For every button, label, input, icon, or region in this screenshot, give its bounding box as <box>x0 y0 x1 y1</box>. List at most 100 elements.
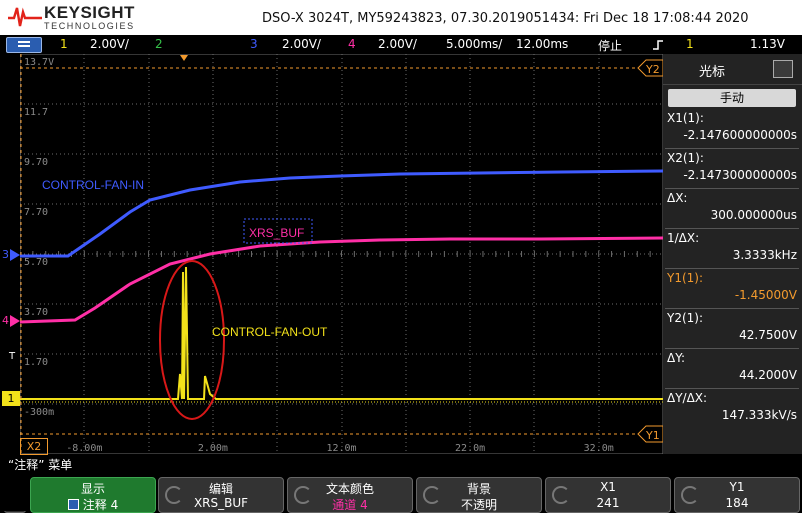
softkey-display-value: 注释 4 <box>31 496 155 513</box>
voltage-tick-label: 9.70 <box>24 157 48 168</box>
run-state[interactable]: 停止 <box>598 37 622 54</box>
cursor-y1-value: -1.45000V <box>734 288 797 302</box>
divider <box>665 228 799 229</box>
menu-icon-line <box>18 45 30 47</box>
ch4-arrow-icon <box>10 315 20 327</box>
cursor-x1-key: X1(1): <box>667 111 704 125</box>
divider <box>665 388 799 389</box>
cursor-panel: 光标 手动 X1(1): -2.147600000000s X2(1): -2.… <box>663 54 802 454</box>
trigger-marker-label: T <box>9 351 16 362</box>
panel-toggle-icon[interactable] <box>773 60 793 78</box>
cursor-mode-button[interactable]: 手动 <box>668 89 796 107</box>
ch1-scale: 2.00V/ <box>90 37 129 51</box>
voltage-tick-label: 13.7V <box>24 57 54 68</box>
ch1-label[interactable]: 1 <box>60 37 68 51</box>
title-bar: KEYSIGHT TECHNOLOGIES DSO-X 3024T, MY592… <box>0 0 802 35</box>
cursor-x2-label: X2 <box>26 440 42 453</box>
softkey-x1-label: X1 <box>600 480 616 494</box>
cursor-x1-value: -2.147600000000s <box>683 128 797 142</box>
cursor-row-y2: Y2(1): 42.7500V <box>667 310 799 348</box>
cursor-row-inv-dx: 1/ΔX: 3.3333kHz <box>667 230 799 268</box>
ch2-label[interactable]: 2 <box>155 37 163 51</box>
cursor-row-y1: Y1(1): -1.45000V <box>667 270 799 308</box>
ch3-marker-label: 3 <box>2 248 9 261</box>
softkey-text-color-label: 文本颜色 <box>325 482 374 496</box>
divider <box>665 188 799 189</box>
brand-subtitle: TECHNOLOGIES <box>44 21 135 31</box>
time-delay[interactable]: 12.00ms <box>516 37 568 51</box>
cursor-row-dydx: ΔY/ΔX: 147.333kV/s <box>667 390 799 428</box>
cursor-row-x1: X1(1): -2.147600000000s <box>667 110 799 148</box>
ch4-marker-label: 4 <box>2 314 9 327</box>
ch3-arrow-icon <box>10 249 20 261</box>
cursor-x2-tag[interactable]: X2 <box>20 438 48 455</box>
softkey-text-color[interactable]: 文本颜色 通道 4 <box>287 477 413 513</box>
brand-name: KEYSIGHT <box>44 3 135 22</box>
softkey-background-value: 不透明 <box>460 498 497 512</box>
ch4-ground-marker[interactable]: 4 <box>2 314 20 328</box>
annotation-xrs-buf[interactable]: XRS_BUF <box>249 226 304 240</box>
ch4-label[interactable]: 4 <box>348 37 356 51</box>
softkey-y1-label: Y1 <box>729 480 745 494</box>
ch4-scale: 2.00V/ <box>378 37 417 51</box>
timebase-scale[interactable]: 5.000ms/ <box>446 37 502 51</box>
softkey-display-value-text: 注释 4 <box>82 498 119 512</box>
cursor-inv-dx-key: 1/ΔX: <box>667 231 700 245</box>
cursor-dydx-value: 147.333kV/s <box>721 408 797 422</box>
cursor-dy-value: 44.2000V <box>739 368 797 382</box>
svg-text:Y2: Y2 <box>645 63 660 76</box>
divider <box>665 148 799 149</box>
ch1-marker-label: 1 <box>7 392 15 405</box>
ch1-ground-marker[interactable]: 1 <box>2 391 20 406</box>
keysight-logo-icon <box>8 7 42 27</box>
cursor-y2-value: 42.7500V <box>739 328 797 342</box>
softkey-edit-value: XRS_BUF <box>193 496 249 510</box>
channel-status-bar: 1 2.00V/ 2 3 2.00V/ 4 2.00V/ 5.000ms/ 12… <box>0 35 802 54</box>
cursor-x2-value: -2.147300000000s <box>683 168 797 182</box>
cursor-x2-key: X2(1): <box>667 151 704 165</box>
cursor-panel-title: 光标 <box>699 65 726 80</box>
softkey-y1[interactable]: Y1 184 <box>674 477 800 513</box>
divider <box>665 268 799 269</box>
softkey-background[interactable]: 背景 不透明 <box>416 477 542 513</box>
softkey-display-label: 显示 <box>80 482 105 496</box>
instrument-title: DSO-X 3024T, MY59243823, 07.30.201905143… <box>262 11 749 26</box>
cursor-dx-value: 300.000000us <box>710 208 797 222</box>
cursor-y1-key: Y1(1): <box>667 271 704 285</box>
divider <box>665 308 799 309</box>
trigger-level[interactable]: 1.13V <box>750 37 785 51</box>
voltage-tick-label: 7.70 <box>24 207 48 218</box>
voltage-tick-label: 11.7 <box>24 107 48 118</box>
trigger-level-marker[interactable]: T <box>9 351 19 365</box>
cursor-dy-key: ΔY: <box>667 351 685 365</box>
svg-text:Y1: Y1 <box>645 429 660 442</box>
ch3-label[interactable]: 3 <box>250 37 258 51</box>
trigger-source[interactable]: 1 <box>686 37 694 51</box>
time-tick-label: 2.00m <box>198 443 228 454</box>
cursor-inv-dx-value: 3.3333kHz <box>732 248 797 262</box>
waveform-display[interactable]: 13.7V 11.7 9.70 7.70 5.70 3.70 1.70 -300m -8.00… <box>20 54 663 454</box>
softkey-edit-label: 编辑 <box>208 482 233 496</box>
softkey-edit[interactable]: 编辑 XRS_BUF <box>158 477 284 513</box>
voltage-tick-label: 3.70 <box>24 307 48 318</box>
time-tick-label: -8.00m <box>66 443 102 454</box>
cursor-row-dx: ΔX: 300.000000us <box>667 190 799 228</box>
cursor-row-dy: ΔY: 44.2000V <box>667 350 799 388</box>
softkey-x1[interactable]: X1 241 <box>545 477 671 513</box>
menu-caption: “注释” 菜单 <box>8 458 73 472</box>
voltage-tick-label: 1.70 <box>24 357 48 368</box>
softkey-background-label: 背景 <box>466 482 491 496</box>
main-menu-button[interactable] <box>6 37 42 53</box>
ch3-scale: 2.00V/ <box>282 37 321 51</box>
softkey-text-color-value: 通道 4 <box>332 498 368 512</box>
ch3-ground-marker[interactable]: 3 <box>2 248 20 262</box>
waveform-grid[interactable]: 13.7V 11.7 9.70 7.70 5.70 3.70 1.70 -300m -8.00… <box>20 54 663 454</box>
softkey-display[interactable]: 显示 注释 4 <box>30 477 156 513</box>
softkey-x1-value: 241 <box>596 496 620 510</box>
cursor-y2-key: Y2(1): <box>667 311 704 325</box>
voltage-tick-label: 5.70 <box>24 257 48 268</box>
checkbox-icon <box>67 499 79 510</box>
annotation-fan-in: CONTROL-FAN-IN <box>42 178 144 192</box>
softkey-bar: 显示 注释 4 编辑 XRS_BUF 文本颜色 通道 4 背景 不透明 X1 2… <box>0 474 802 513</box>
trigger-edge-icon <box>653 40 663 50</box>
